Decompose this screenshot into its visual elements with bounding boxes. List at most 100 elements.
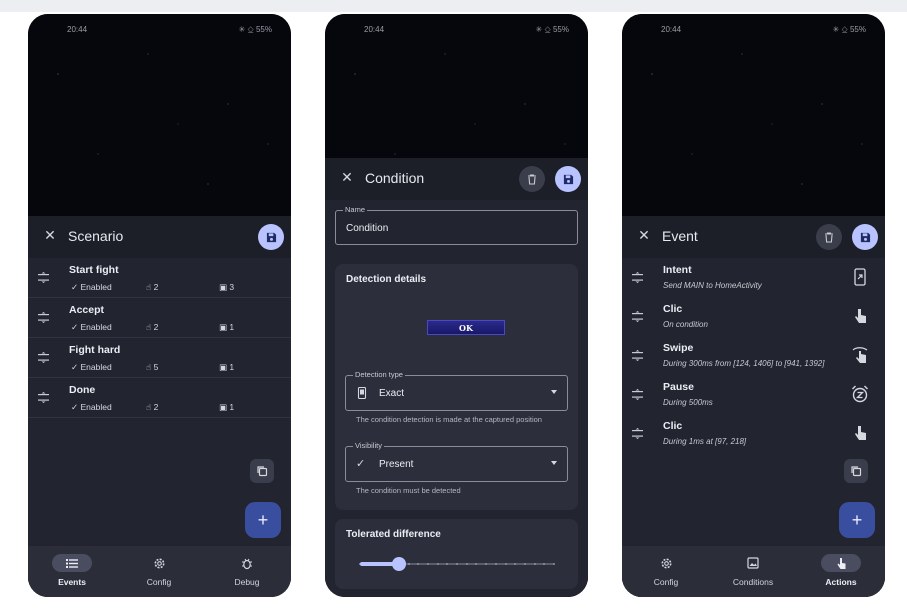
gear-icon [139,554,179,572]
caret-down-icon [551,461,557,465]
slider-thumb[interactable] [391,557,406,571]
slider-tick [494,563,497,565]
drag-handle-icon[interactable] [38,352,49,363]
detection-card: Detection details OK Detection type Exac… [335,264,578,510]
list-item[interactable]: Done ✓ Enabled ☝ 2 ▣ 1 [28,378,291,418]
tab-label: Events [58,577,86,587]
event-sheet: ✕ Event Intent Send MAIN to HomeActivity… [622,216,885,597]
tab-debug[interactable]: Debug [207,546,287,597]
touch-icon [821,554,861,572]
add-event-button[interactable]: + [245,502,281,538]
drag-handle-icon[interactable] [632,350,643,361]
action-count: ☝ 2 [146,322,159,332]
delete-button[interactable] [816,224,842,250]
list-item[interactable]: Start fight ✓ Enabled ☝ 2 ▣ 3 [28,258,291,298]
trash-icon [528,173,536,185]
list-item[interactable]: Accept ✓ Enabled ☝ 2 ▣ 1 [28,298,291,338]
phone-condition: 20:44 ✳ ⎐ 55% ✕ Condition Name Condition… [325,14,588,597]
event-name: Done [69,384,96,396]
save-button[interactable] [258,224,284,250]
action-item[interactable]: Pause During 500ms [622,375,885,414]
save-icon [266,232,276,242]
list-item[interactable]: Fight hard ✓ Enabled ☝ 5 ▣ 1 [28,338,291,378]
close-icon[interactable]: ✕ [636,227,652,243]
condition-image[interactable]: OK [427,320,505,335]
copy-button[interactable] [844,459,868,483]
check-icon: ✓ [71,402,79,412]
action-item[interactable]: Clic During 1ms at [97, 218] [622,414,885,453]
tab-label: Conditions [732,577,774,587]
tab-actions[interactable]: Actions [801,546,881,597]
field-label: Visibility [353,441,384,450]
copy-button[interactable] [250,459,274,483]
tab-conditions[interactable]: Conditions [713,546,793,597]
tab-config[interactable]: Config [119,546,199,597]
drag-handle-icon[interactable] [632,272,643,283]
status-time: 20:44 [661,25,682,34]
top-divider [0,0,907,12]
copy-icon [257,466,268,477]
save-button[interactable] [555,166,581,192]
drag-handle-icon[interactable] [632,428,643,439]
action-item[interactable]: Swipe During 300ms from [124, 1406] to [… [622,336,885,375]
status-battery: ✳ ⎐ 55% [238,25,272,34]
dropdown-value: Exact [379,388,405,399]
tab-label: Config [653,577,679,587]
slider-tick [426,563,429,565]
tab-config[interactable]: Config [626,546,706,597]
image-search-icon [733,554,773,572]
action-item[interactable]: Intent Send MAIN to HomeActivity [622,258,885,297]
tab-events[interactable]: Events [32,546,112,597]
image-icon: ▣ [219,362,228,372]
bug-icon [227,554,267,572]
copy-icon [851,466,862,477]
visibility-dropdown[interactable]: Visibility ✓ Present [345,441,568,482]
drag-handle-icon[interactable] [38,392,49,403]
touch-icon: ☝ [146,322,152,332]
save-icon [563,174,573,184]
list-icon [52,554,92,572]
drag-handle-icon[interactable] [38,312,49,323]
bottom-nav: Config Conditions Actions [622,546,885,597]
detection-type-dropdown[interactable]: Detection type Exact [345,370,568,411]
tab-label: Config [146,577,172,587]
name-value: Condition [346,223,389,234]
delete-button[interactable] [519,166,545,192]
close-icon[interactable]: ✕ [339,169,355,185]
event-header: ✕ Event [622,216,885,258]
check-icon: ✓ [71,362,79,372]
drag-handle-icon[interactable] [632,311,643,322]
page-title: Event [662,228,698,244]
action-count: ☝ 5 [146,362,159,372]
check-icon: ✓ [71,282,79,292]
status-bar: 20:44 ✳ ⎐ 55% [28,24,291,38]
phone-event: 20:44 ✳ ⎐ 55% ✕ Event Intent Send MAIN t… [622,14,885,597]
image-icon: ▣ [219,402,228,412]
alarm-icon [852,385,868,403]
helper-text: The condition detection is made at the c… [356,415,542,424]
slider-tick [533,563,536,565]
add-action-button[interactable]: + [839,502,875,538]
condition-count: ▣ 3 [219,282,235,292]
event-name: Start fight [69,264,119,276]
close-icon[interactable]: ✕ [42,227,58,243]
bottom-nav: Events Config Debug [28,546,291,597]
condition-count: ▣ 1 [219,362,235,372]
section-title: Tolerated difference [346,529,441,540]
helper-text: The condition must be detected [356,486,461,495]
save-button[interactable] [852,224,878,250]
enabled-status: ✓ Enabled [71,362,112,372]
save-icon [860,232,870,242]
name-field[interactable]: Name Condition [335,205,578,245]
action-item[interactable]: Clic On condition [622,297,885,336]
condition-count: ▣ 1 [219,402,235,412]
page-title: Scenario [68,228,124,244]
status-bar: 20:44 ✳ ⎐ 55% [325,24,588,38]
status-battery: ✳ ⎐ 55% [832,25,866,34]
drag-handle-icon[interactable] [632,389,643,400]
intent-icon [854,268,866,286]
status-time: 20:44 [364,25,385,34]
drag-handle-icon[interactable] [38,272,49,283]
tab-label: Actions [825,577,857,587]
check-icon: ✓ [356,458,366,470]
